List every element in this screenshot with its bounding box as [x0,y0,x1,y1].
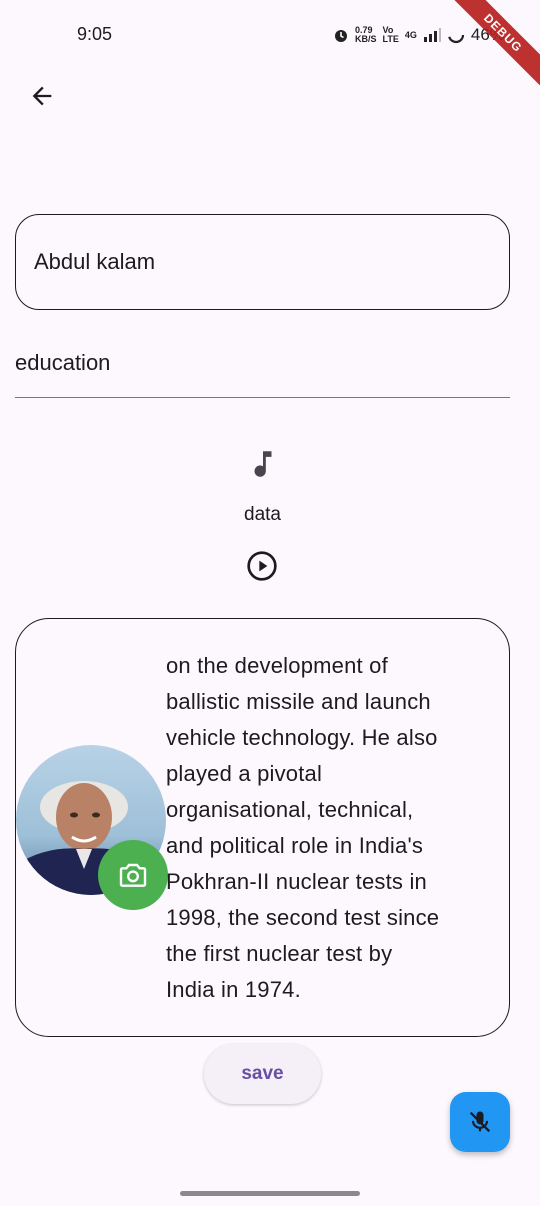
status-icons: 0.79 KB/S Vo LTE 4G 46% [333,22,505,48]
bio-text: on the development of ballistic missile … [166,653,440,1002]
volte-bottom: LTE [382,34,399,44]
arrow-back-icon [32,86,52,106]
mic-off-button[interactable] [450,1092,510,1152]
education-field[interactable]: education [15,335,510,398]
back-button[interactable] [24,78,60,114]
signal-icon [423,28,441,42]
name-field[interactable]: Abdul kalam [15,214,510,310]
status-time: 9:05 [77,24,113,44]
alarm-icon [335,30,347,42]
audio-label: data [244,504,281,525]
network-type: 4G [404,29,417,40]
music-note-icon [254,451,272,477]
net-speed-unit: KB/S [355,34,377,44]
net-speed: 0.79 KB/S [355,26,377,44]
home-indicator[interactable] [180,1191,360,1196]
volte-indicator: Vo LTE [383,26,399,44]
mic-off-icon [469,1111,491,1133]
status-bar: 9:05 0.79 KB/S Vo LTE 4G 46% DEBUG [0,0,540,94]
play-circle-icon[interactable] [246,550,278,582]
battery-ring-icon [447,26,464,44]
camera-button[interactable] [98,840,168,910]
camera-icon [119,863,147,887]
save-button[interactable]: save [204,1044,321,1104]
